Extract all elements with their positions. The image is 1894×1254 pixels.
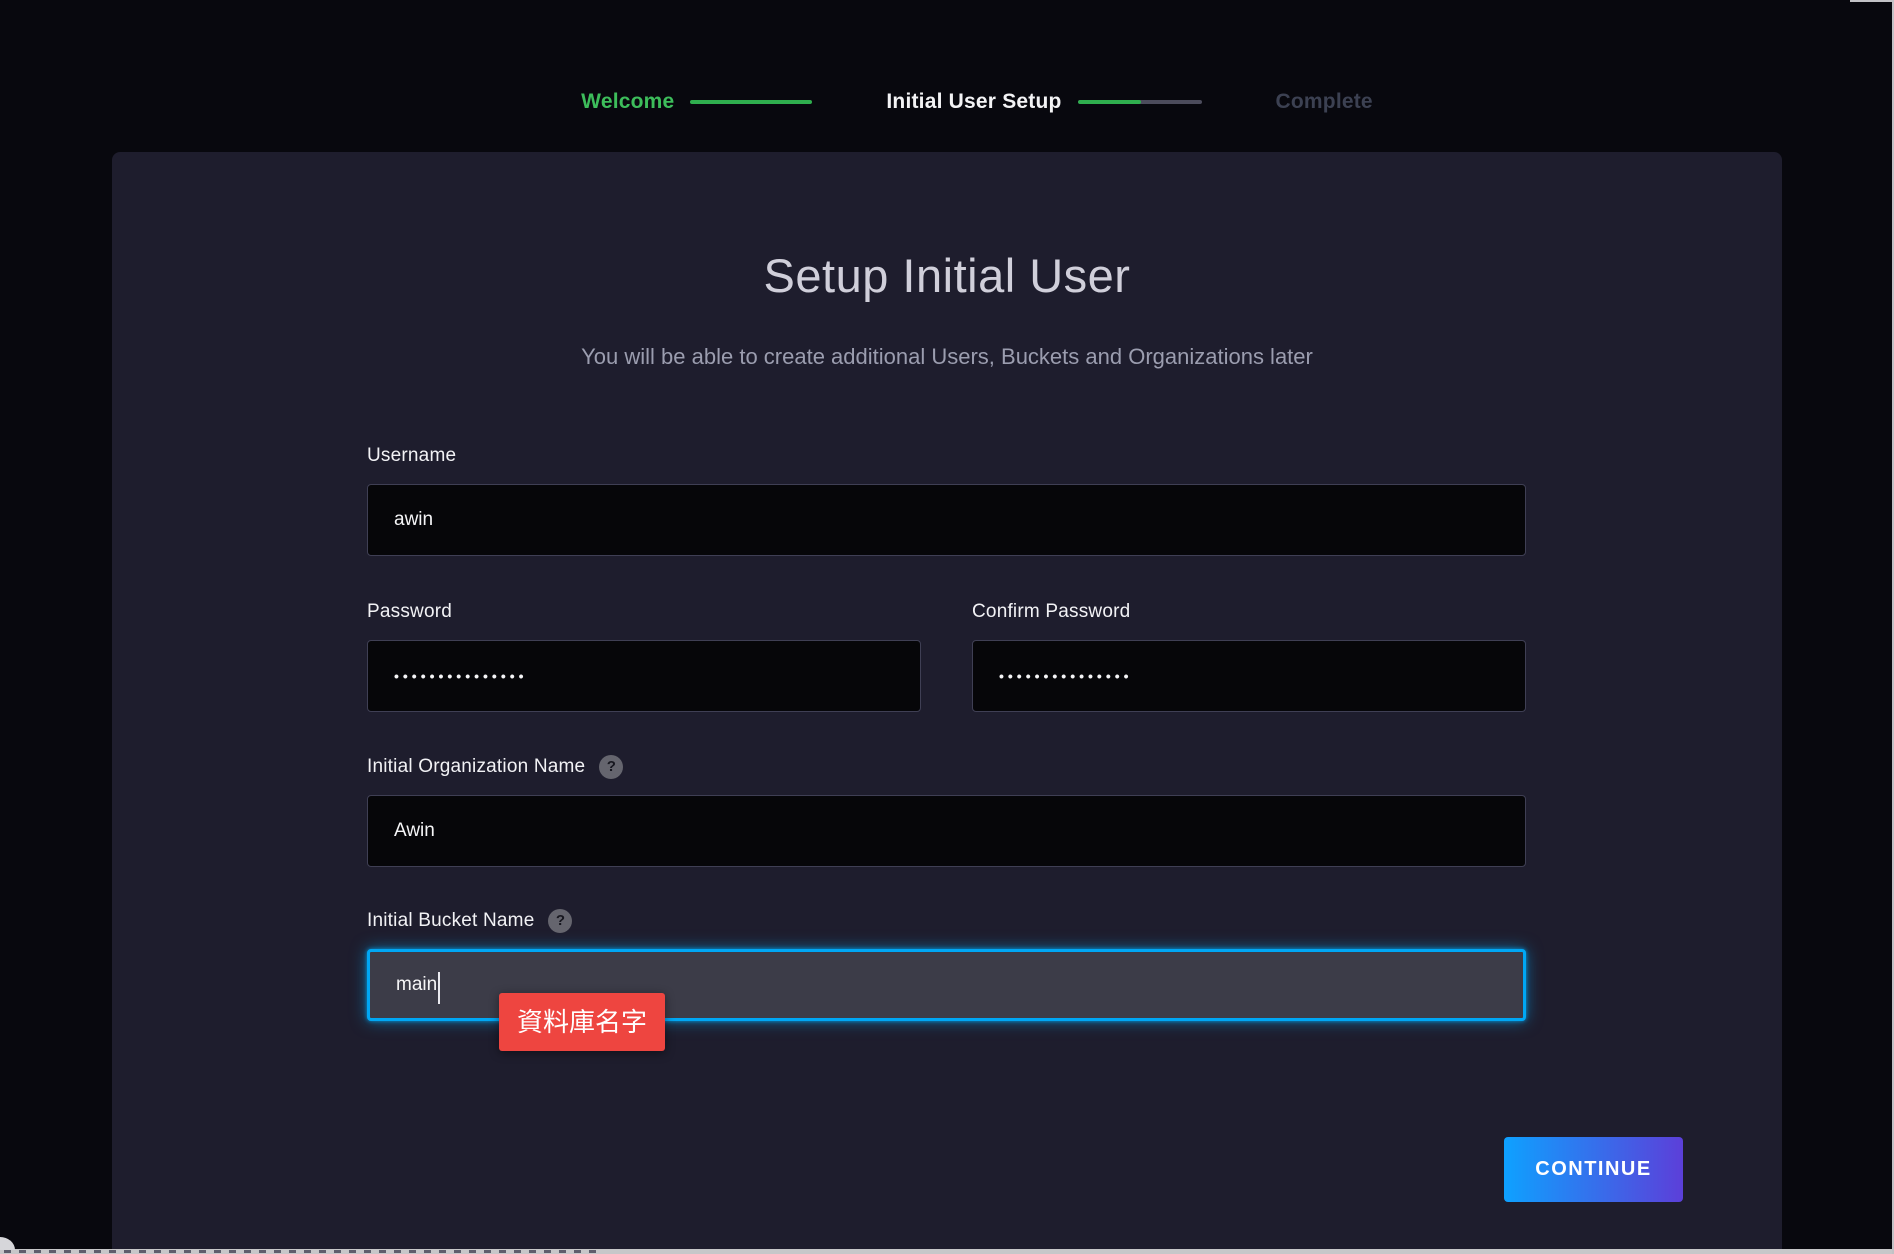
- password-field-group: Password: [367, 600, 921, 712]
- confirm-password-input[interactable]: [972, 640, 1526, 712]
- setup-card: Setup Initial User You will be able to c…: [112, 152, 1782, 1254]
- org-name-input[interactable]: [367, 795, 1526, 867]
- cutoff-text-fragments: [4, 1250, 604, 1253]
- bucket-help-icon[interactable]: ?: [548, 909, 572, 933]
- step-complete: Complete: [1276, 90, 1373, 114]
- step-welcome: Welcome: [581, 90, 674, 114]
- bucket-name-label: Initial Bucket Name: [367, 910, 534, 932]
- page-title: Setup Initial User: [112, 248, 1782, 303]
- onboarding-page: { "stepper": { "steps": [ { "label": "We…: [0, 0, 1894, 1254]
- step-initial-user-setup: Initial User Setup: [886, 90, 1061, 114]
- password-row: Password Confirm Password: [367, 600, 1526, 712]
- org-name-label: Initial Organization Name: [367, 756, 585, 778]
- username-input[interactable]: [367, 484, 1526, 556]
- org-field-group: Initial Organization Name ?: [367, 755, 1526, 867]
- text-cursor: [438, 972, 440, 1004]
- window-edge-top: [1850, 0, 1894, 2]
- username-field-group: Username: [367, 444, 1526, 556]
- cutoff-window-strip: [0, 1249, 1894, 1254]
- step-progress-line-setup: [1078, 100, 1202, 104]
- confirm-password-label: Confirm Password: [972, 601, 1130, 623]
- org-help-icon[interactable]: ?: [599, 755, 623, 779]
- page-subtitle: You will be able to create additional Us…: [112, 344, 1782, 370]
- step-progress-fill: [1078, 100, 1141, 104]
- cutoff-corner-shape: [0, 1237, 15, 1250]
- continue-button[interactable]: CONTINUE: [1504, 1137, 1683, 1202]
- initial-user-form: Username Password Confirm Password In: [367, 444, 1526, 1021]
- bucket-annotation-tooltip: 資料庫名字: [499, 993, 665, 1051]
- step-progress-line-welcome: [690, 100, 812, 104]
- wizard-stepper: Welcome Initial User Setup Complete: [30, 90, 1894, 114]
- password-label: Password: [367, 601, 452, 623]
- confirm-password-field-group: Confirm Password: [972, 600, 1526, 712]
- password-input[interactable]: [367, 640, 921, 712]
- username-label: Username: [367, 445, 456, 467]
